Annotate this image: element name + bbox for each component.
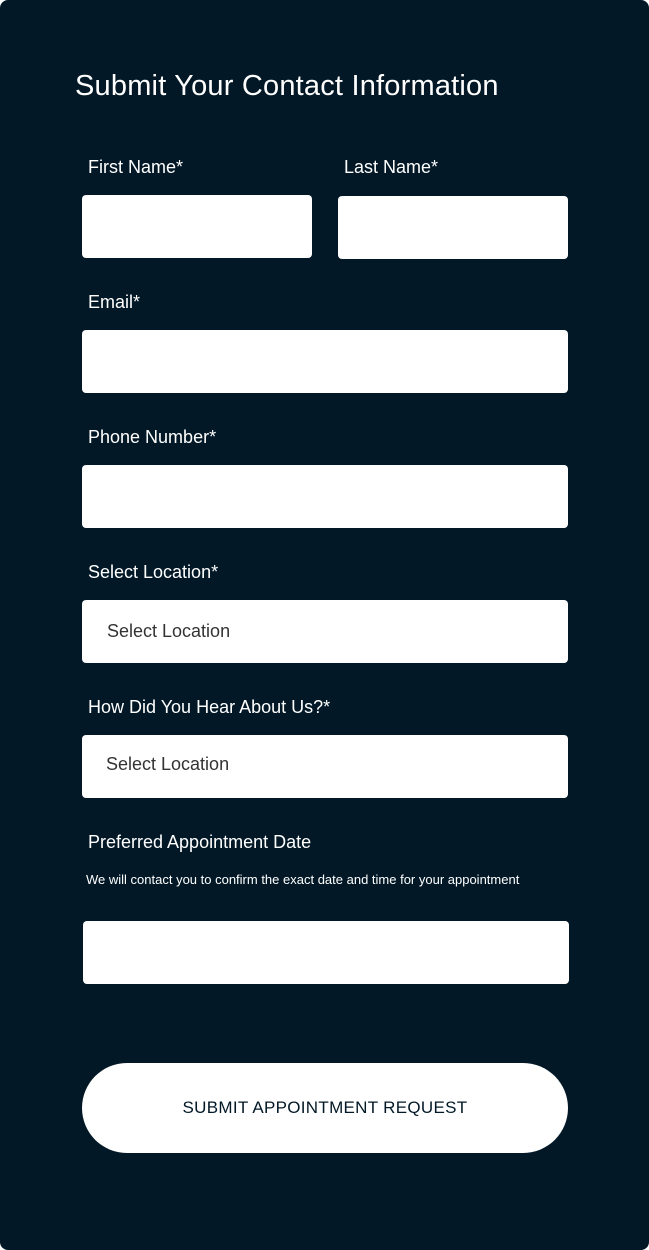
appointment-date-helper: We will contact you to confirm the exact… [86,872,520,887]
first-name-input[interactable] [82,195,312,258]
email-input[interactable] [82,330,568,393]
contact-form-panel: Submit Your Contact Information First Na… [0,0,649,1250]
appointment-date-label: Preferred Appointment Date [88,832,312,852]
referral-select-value: Select Location [106,754,230,774]
last-name-label: Last Name* [344,157,439,177]
location-select-value: Select Location [107,621,231,641]
referral-label: How Did You Hear About Us?* [88,697,331,717]
referral-select[interactable]: Select Location [82,735,568,798]
location-select[interactable]: Select Location [82,600,568,663]
email-label: Email* [88,292,141,312]
last-name-input[interactable] [338,196,568,259]
form-title: Submit Your Contact Information [75,70,499,102]
appointment-date-input[interactable] [83,921,569,984]
phone-input[interactable] [82,465,568,528]
phone-label: Phone Number* [88,427,217,447]
location-label: Select Location* [88,562,219,582]
first-name-label: First Name* [88,157,184,177]
submit-appointment-button[interactable]: SUBMIT APPOINTMENT REQUEST [82,1063,568,1153]
